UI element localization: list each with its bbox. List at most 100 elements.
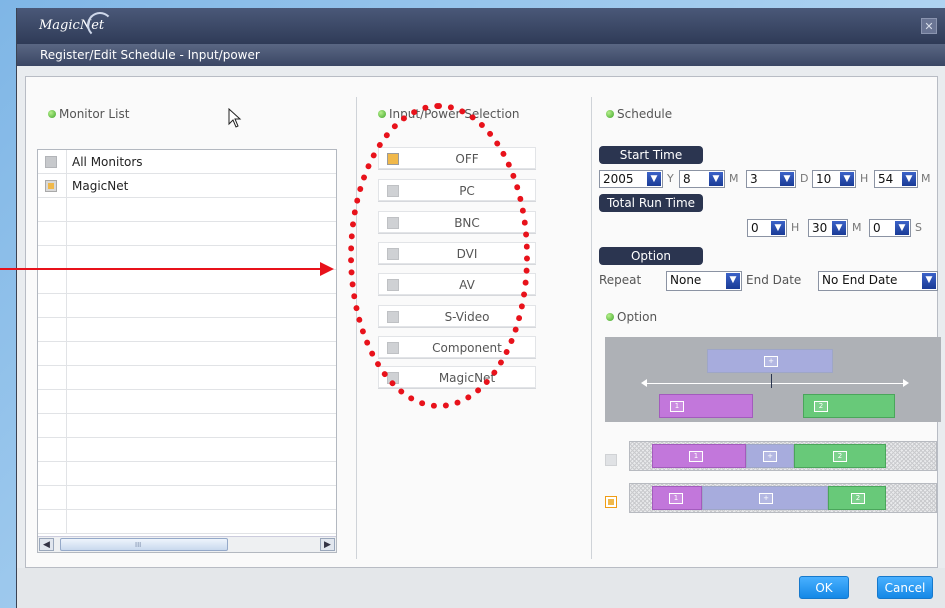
option-bar-1[interactable]: 1 + 2 <box>629 441 937 471</box>
minute-select[interactable]: 54 ▼ <box>874 170 918 188</box>
scroll-right-icon[interactable]: ▶ <box>320 538 335 551</box>
divider <box>356 97 357 559</box>
empty-row <box>38 222 336 246</box>
run-seconds-unit: S <box>915 221 922 234</box>
cancel-button[interactable]: Cancel <box>877 576 933 599</box>
list-item[interactable]: MagicNet <box>38 174 336 198</box>
chevron-down-icon: ▼ <box>832 221 846 235</box>
empty-row <box>38 270 336 294</box>
list-item-label: All Monitors <box>72 155 143 169</box>
chevron-down-icon: ▼ <box>726 273 740 289</box>
folder-two-icon: 2 <box>814 401 828 412</box>
empty-row <box>38 462 336 486</box>
option-section-title: Option <box>606 310 657 324</box>
checkbox[interactable] <box>45 180 57 192</box>
run-minutes-unit: M <box>852 221 862 234</box>
option-diagram: + 1 2 <box>605 337 941 422</box>
folder-one-icon: 1 <box>669 493 683 504</box>
annotation-arrow-head-icon <box>320 262 334 276</box>
hour-select[interactable]: 10 ▼ <box>812 170 856 188</box>
list-item-label: MagicNet <box>72 179 129 193</box>
empty-row <box>38 246 336 270</box>
folder-one-icon: 1 <box>670 401 684 412</box>
month-select[interactable]: 8 ▼ <box>679 170 725 188</box>
timeline-axis <box>645 383 903 384</box>
folder-plus-icon: + <box>759 493 773 504</box>
hour-unit: H <box>860 172 869 185</box>
end-date-label: End Date <box>746 273 802 287</box>
empty-row <box>38 318 336 342</box>
start-time-label: Start Time <box>599 146 703 164</box>
list-item[interactable]: All Monitors <box>38 150 336 174</box>
run-seconds-select[interactable]: 0 ▼ <box>869 219 911 237</box>
chevron-down-icon: ▼ <box>709 172 723 186</box>
chevron-down-icon: ▼ <box>647 172 661 186</box>
monitor-list[interactable]: All Monitors MagicNet ◀ III ▶ <box>37 149 337 553</box>
day-unit: D <box>800 172 809 185</box>
empty-row <box>38 414 336 438</box>
green-dot-icon <box>378 109 386 118</box>
axis-left-arrow-icon <box>641 379 647 387</box>
option-checkbox-1[interactable] <box>605 454 617 466</box>
empty-row <box>38 390 336 414</box>
close-button[interactable]: ✕ <box>921 18 937 34</box>
repeat-select[interactable]: None ▼ <box>666 271 742 291</box>
empty-row <box>38 486 336 510</box>
folder-one-icon: 1 <box>689 451 703 462</box>
repeat-label: Repeat <box>599 273 642 287</box>
year-select[interactable]: 2005 ▼ <box>599 170 663 188</box>
annotation-ellipse <box>348 103 530 409</box>
day-select[interactable]: 3 ▼ <box>746 170 796 188</box>
monitor-list-title: Monitor List <box>48 107 129 121</box>
run-hours-unit: H <box>791 221 800 234</box>
logo-swirl-icon <box>87 12 113 38</box>
folder-plus-icon: + <box>763 451 777 462</box>
run-hours-select[interactable]: 0 ▼ <box>747 219 787 237</box>
chevron-down-icon: ▼ <box>895 221 909 235</box>
chevron-down-icon: ▼ <box>922 273 936 289</box>
option-checkbox-2[interactable] <box>605 496 617 508</box>
empty-row <box>38 438 336 462</box>
minute-unit: M <box>921 172 931 185</box>
mouse-cursor-icon <box>228 108 242 128</box>
green-dot-icon <box>606 312 614 321</box>
chevron-down-icon: ▼ <box>771 221 785 235</box>
year-unit: Y <box>667 172 674 185</box>
scroll-grip-icon: III <box>135 541 142 549</box>
dialog-footer: OK Cancel <box>17 568 945 608</box>
folder-two-icon: 2 <box>833 451 847 462</box>
chevron-down-icon: ▼ <box>780 172 794 186</box>
annotation-arrow-line <box>0 268 322 270</box>
checkbox[interactable] <box>45 156 57 168</box>
folder-two-icon: 2 <box>851 493 865 504</box>
empty-row <box>38 342 336 366</box>
chevron-down-icon: ▼ <box>840 172 854 186</box>
folder-plus-icon: + <box>764 356 778 367</box>
axis-right-arrow-icon <box>903 379 909 387</box>
month-unit: M <box>729 172 739 185</box>
block-two: 2 <box>803 394 895 418</box>
horizontal-scrollbar[interactable]: ◀ III ▶ <box>38 536 336 552</box>
down-arrow-icon <box>771 374 772 388</box>
empty-row <box>38 198 336 222</box>
scroll-thumb[interactable]: III <box>60 538 228 551</box>
scroll-left-icon[interactable]: ◀ <box>39 538 54 551</box>
title-bar: MagicNet ✕ <box>17 8 945 44</box>
block-one: 1 <box>659 394 753 418</box>
divider <box>591 97 592 559</box>
option-label: Option <box>599 247 703 265</box>
dialog-subtitle: Register/Edit Schedule - Input/power <box>17 44 945 66</box>
option-bar-2[interactable]: 1 + 2 <box>629 483 937 513</box>
total-run-time-label: Total Run Time <box>599 194 703 212</box>
green-dot-icon <box>48 109 56 118</box>
end-date-select[interactable]: No End Date ▼ <box>818 271 938 291</box>
schedule-title: Schedule <box>606 107 672 121</box>
green-dot-icon <box>606 109 614 118</box>
empty-row <box>38 294 336 318</box>
run-minutes-select[interactable]: 30 ▼ <box>808 219 848 237</box>
empty-row <box>38 366 336 390</box>
merged-block: + <box>707 349 833 373</box>
chevron-down-icon: ▼ <box>902 172 916 186</box>
ok-button[interactable]: OK <box>799 576 849 599</box>
empty-row <box>38 510 336 534</box>
